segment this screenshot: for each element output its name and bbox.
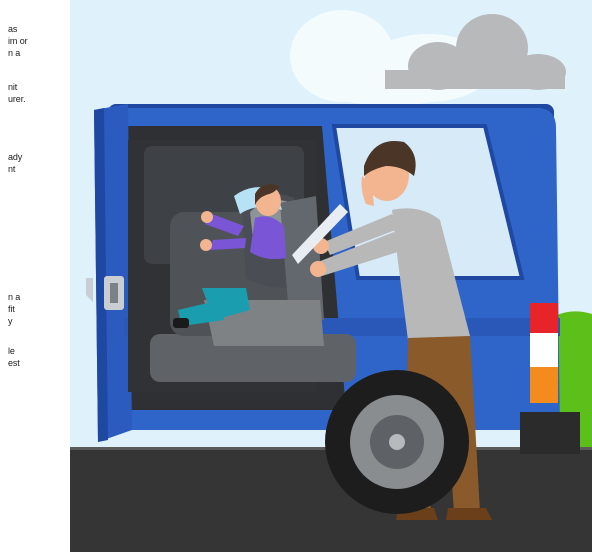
text-fragment: y	[8, 316, 13, 326]
text-fragment: ady	[8, 152, 23, 162]
text-fragment: n a	[8, 48, 21, 58]
text-fragment: as	[8, 24, 18, 34]
taillight-orange	[530, 367, 558, 403]
text-fragment: urer.	[8, 94, 26, 104]
rear-wheel	[325, 370, 469, 514]
infographic-illustration: as im or n a nit urer. ady nt n a fit y …	[0, 0, 592, 552]
rear-bumper	[520, 412, 580, 454]
taillight-red	[530, 303, 558, 333]
text-fragment: nt	[8, 164, 16, 174]
text-fragment: le	[8, 346, 15, 356]
text-fragment: est	[8, 358, 20, 368]
text-fragment: im or	[8, 36, 28, 46]
text-fragment: fit	[8, 304, 15, 314]
taillight-white	[530, 333, 558, 367]
left-text-panel: as im or n a nit urer. ady nt n a fit y …	[0, 0, 70, 552]
text-fragment: nit	[8, 82, 18, 92]
car-seat-scene	[0, 0, 592, 552]
text-fragment: n a	[8, 292, 21, 302]
